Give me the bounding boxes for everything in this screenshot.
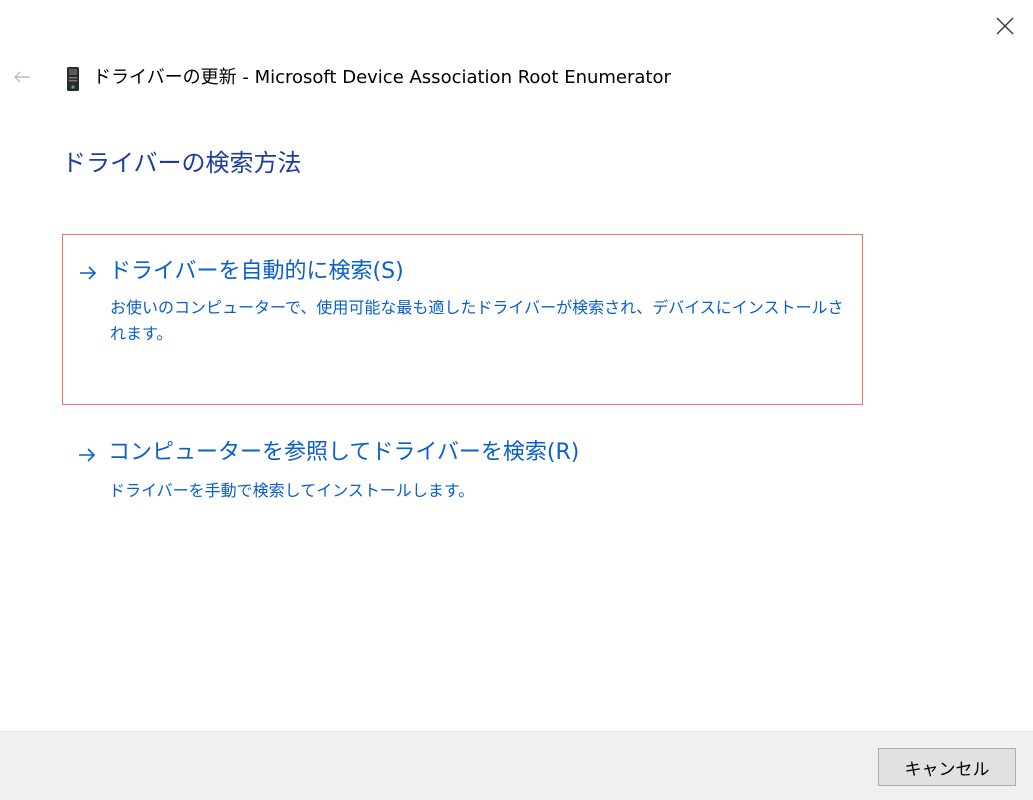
back-arrow-icon (14, 71, 30, 83)
option-description: ドライバーを手動で検索してインストールします。 (109, 481, 475, 500)
option-description: お使いのコンピューターで、使用可能な最も適したドライバーが検索され、デバイスにイ… (110, 298, 844, 343)
page-heading: ドライバーの検索方法 (62, 149, 302, 177)
window-title: ドライバーの更新 - Microsoft Device Association … (93, 67, 671, 88)
browse-computer-option[interactable]: コンピューターを参照してドライバーを検索(R) ドライバーを手動で検索してインス… (62, 432, 863, 512)
cancel-button[interactable]: キャンセル (878, 748, 1016, 786)
device-icon (67, 67, 79, 91)
search-automatically-option[interactable]: ドライバーを自動的に検索(S) お使いのコンピューターで、使用可能な最も適したド… (62, 234, 863, 405)
arrow-right-icon (80, 266, 97, 280)
back-button[interactable] (6, 62, 38, 92)
option-title: ドライバーを自動的に検索(S) (109, 259, 404, 284)
arrow-right-icon (79, 448, 96, 462)
option-title: コンピューターを参照してドライバーを検索(R) (108, 440, 580, 465)
close-button[interactable] (984, 6, 1026, 46)
close-icon (996, 17, 1014, 35)
